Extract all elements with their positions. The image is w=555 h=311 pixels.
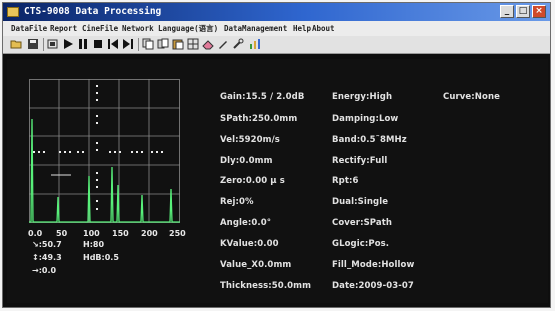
param-fill-mode: Fill_Mode:Hollow xyxy=(332,260,415,270)
toolbar-separator xyxy=(138,38,139,51)
hdb-value-readout: HdB:0.5 xyxy=(83,253,119,262)
x-tick-label: 0.0 xyxy=(28,229,43,238)
menu-help[interactable]: Help xyxy=(293,21,311,36)
param-curve: Curve:None xyxy=(443,92,500,102)
title-bar: CTS-9008 Data Processing _ □ × xyxy=(3,3,550,21)
app-window: CTS-9008 Data Processing _ □ × DataFile … xyxy=(2,2,551,308)
cursor-dots xyxy=(33,85,163,210)
param-velocity: Vel:5920m/s xyxy=(220,135,280,145)
param-rpt: Rpt:6 xyxy=(332,176,359,186)
param-thickness: Thickness:50.0mm xyxy=(220,281,312,291)
x-tick-label: 100 xyxy=(83,229,100,238)
h-value-readout: H:80 xyxy=(83,240,105,249)
window-controls: _ □ × xyxy=(500,5,546,18)
paste-icon[interactable] xyxy=(172,38,184,50)
window-title: CTS-9008 Data Processing xyxy=(24,6,162,17)
grid-icon[interactable] xyxy=(187,38,199,50)
main-display: 0.0 50 100 150 200 250 ↘:50.7 H:80 ↕:49.… xyxy=(7,59,548,303)
pause-icon[interactable] xyxy=(77,38,89,50)
param-gain: Gain:15.5 / 2.0dB xyxy=(220,92,305,102)
param-date: Date:2009-03-07 xyxy=(332,281,414,291)
param-damping: Damping:Low xyxy=(332,114,399,124)
eraser-icon[interactable] xyxy=(202,38,214,50)
toolbar xyxy=(3,36,550,54)
menu-language[interactable]: Language(语言) xyxy=(158,21,218,36)
param-angle: Angle:0.0° xyxy=(220,218,272,228)
param-energy: Energy:High xyxy=(332,92,393,102)
menu-cinefile[interactable]: CineFile xyxy=(82,21,118,36)
param-reject: Rej:0% xyxy=(220,197,254,207)
x-tick-label: 50 xyxy=(56,229,68,238)
toolbar-separator xyxy=(43,38,44,51)
play-icon[interactable] xyxy=(62,38,74,50)
chart-icon[interactable] xyxy=(249,38,261,50)
app-logo-icon xyxy=(7,7,19,17)
maximize-button[interactable]: □ xyxy=(516,5,530,18)
angle-marker-readout: ↘:50.7 xyxy=(32,240,62,249)
param-band: Band:0.5˜8MHz xyxy=(332,135,407,145)
param-cover: Cover:SPath xyxy=(332,218,393,228)
a-scan-plot[interactable] xyxy=(29,79,187,227)
menu-datamanagement[interactable]: DataManagement xyxy=(224,21,287,36)
x-tick-label: 250 xyxy=(169,229,186,238)
copy-all-icon[interactable] xyxy=(157,38,169,50)
open-folder-icon[interactable] xyxy=(10,38,22,50)
menu-bar: DataFile Report CineFile Network Languag… xyxy=(3,21,550,36)
pen-icon[interactable] xyxy=(217,38,229,50)
param-kvalue: KValue:0.00 xyxy=(220,239,279,249)
depth-marker-readout: ↕:49.3 xyxy=(32,253,62,262)
param-spath: SPath:250.0mm xyxy=(220,114,298,124)
stop-icon[interactable] xyxy=(92,38,104,50)
x-tick-label: 200 xyxy=(141,229,158,238)
param-rectify: Rectify:Full xyxy=(332,156,388,166)
menu-about[interactable]: About xyxy=(312,21,335,36)
x-tick-label: 150 xyxy=(112,229,129,238)
minimize-button[interactable]: _ xyxy=(500,5,514,18)
menu-network[interactable]: Network xyxy=(122,21,154,36)
last-frame-icon[interactable] xyxy=(122,38,134,50)
param-dual: Dual:Single xyxy=(332,197,389,207)
close-button[interactable]: × xyxy=(532,5,546,18)
wrench-icon[interactable] xyxy=(232,38,244,50)
param-zero: Zero:0.00 μ s xyxy=(220,176,285,186)
copy-icon[interactable] xyxy=(142,38,154,50)
arrow-marker-readout: →:0.0 xyxy=(32,266,57,275)
menu-datafile[interactable]: DataFile xyxy=(11,21,47,36)
waveform-trace xyxy=(29,118,180,223)
param-delay: Dly:0.0mm xyxy=(220,156,273,166)
param-glogic: GLogic:Pos. xyxy=(332,239,390,249)
menu-report[interactable]: Report xyxy=(50,21,77,36)
record-icon[interactable] xyxy=(47,38,59,50)
param-value-x: Value_X0.0mm xyxy=(220,260,292,270)
save-icon[interactable] xyxy=(27,38,39,50)
first-frame-icon[interactable] xyxy=(107,38,119,50)
